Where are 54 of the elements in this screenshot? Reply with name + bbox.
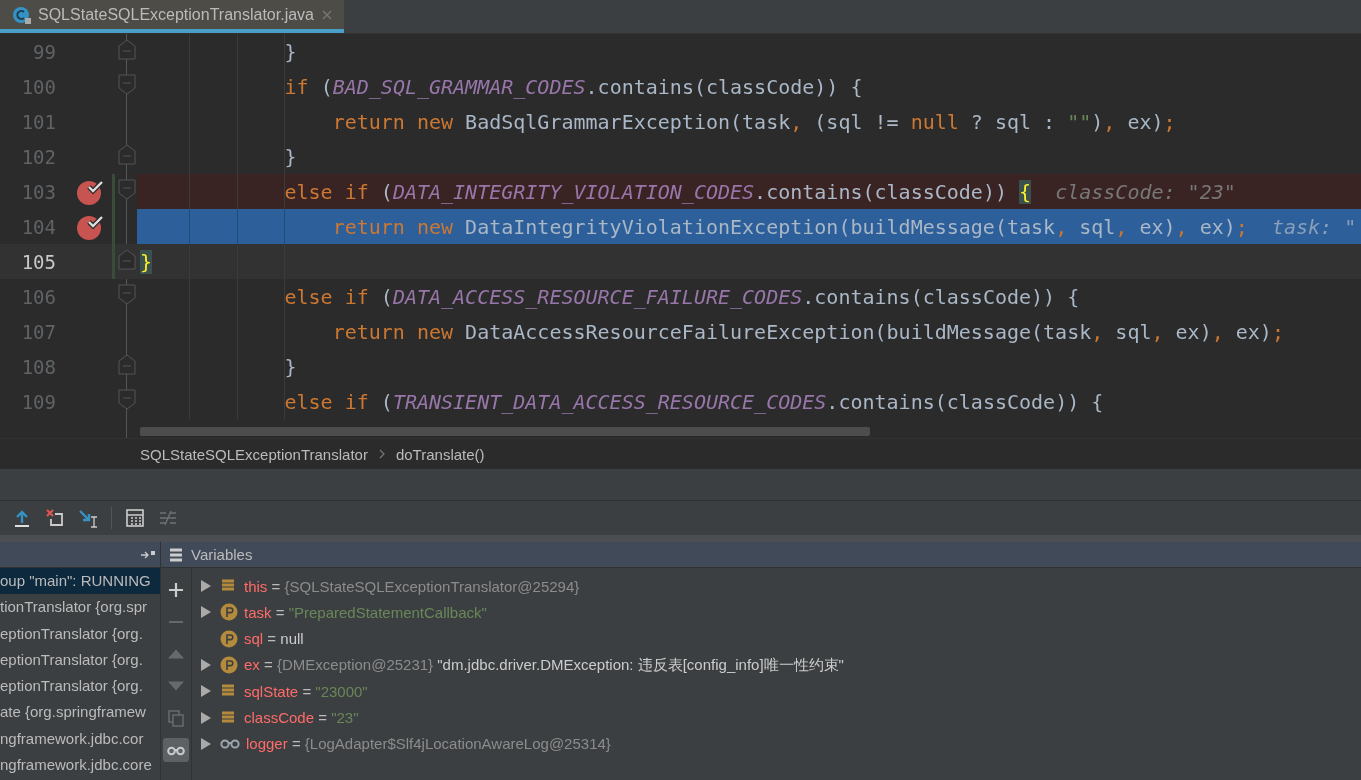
expand-arrow-icon[interactable]: [200, 579, 212, 594]
line-number: 101: [20, 110, 57, 133]
copy-icon: [167, 709, 185, 727]
stack-frame[interactable]: oup "main": RUNNING: [0, 568, 160, 595]
glasses-button[interactable]: [163, 738, 189, 762]
horizontal-scrollbar[interactable]: [140, 427, 870, 436]
add-icon: [167, 581, 185, 599]
parameter-icon: [220, 603, 238, 622]
stack-frame[interactable]: ngframework.jdbc.core: [0, 752, 160, 779]
breadcrumb[interactable]: doTranslate(): [395, 445, 485, 463]
chevron-icon: [377, 448, 386, 460]
down-icon: [167, 681, 185, 691]
step-out-icon[interactable]: [12, 508, 32, 528]
expand-arrow-icon[interactable]: [200, 658, 212, 673]
variables-icon: [169, 547, 183, 562]
variable-value: task = "PreparedStatementCallback": [244, 603, 487, 621]
variable-value: logger = {LogAdapter$Slf4jLocationAwareLog@25314}: [246, 735, 611, 753]
stack-frame[interactable]: tionTranslator {org.spr: [0, 594, 160, 621]
line-number: 100: [20, 75, 57, 98]
expand-arrow-icon[interactable]: [200, 684, 212, 699]
stack-frame[interactable]: eptionTranslator {org.: [0, 646, 160, 674]
remove-icon: [167, 620, 185, 624]
line-number: 107: [20, 320, 57, 343]
line-number: 106: [20, 285, 57, 308]
line-number: 108: [20, 355, 57, 378]
stack-frame[interactable]: eptionTranslator {org.: [0, 620, 160, 647]
stack-frame[interactable]: ate {org.springframew: [0, 699, 160, 726]
line-number: 109: [20, 390, 57, 413]
expand-arrow-icon[interactable]: [200, 736, 212, 751]
panel-title: Variables: [191, 546, 253, 563]
up-icon: [167, 649, 185, 659]
line-number: 102: [20, 145, 57, 168]
stack-frame[interactable]: ngframework.jdbc.cor: [0, 725, 160, 753]
line-number: 104: [20, 215, 57, 238]
variable-value: ex = {DMException@25231} "dm.jdbc.driver.DMException: 违反表[config_info]唯一性约束": [244, 655, 844, 675]
line-number: 99: [32, 40, 57, 63]
expand-arrow-icon[interactable]: [200, 710, 212, 725]
breadcrumb[interactable]: SQLStateSQLExceptionTranslator: [140, 445, 368, 463]
class-file-icon: [12, 4, 32, 25]
expand-arrow-icon[interactable]: [200, 605, 212, 620]
variable-value: sql = null: [244, 630, 304, 648]
parameter-icon: [220, 629, 238, 648]
parameter-icon: [220, 656, 238, 675]
variable-value: this = {SQLStateSQLExceptionTranslator@25294}: [244, 577, 580, 595]
calculator-icon[interactable]: [125, 508, 145, 528]
line-number: 103: [20, 180, 57, 203]
pin-icon[interactable]: [140, 549, 156, 560]
drop-frame-icon[interactable]: [45, 508, 65, 528]
stack-frame[interactable]: eptionTranslator {org.: [0, 673, 160, 700]
variable-value: classCode = "23": [244, 709, 359, 727]
line-number: 105: [20, 250, 57, 273]
editor-tab[interactable]: SQLStateSQLExceptionTranslator.java: [0, 0, 344, 33]
variable-value: sqlState = "23000": [244, 682, 368, 700]
run-to-cursor-icon[interactable]: [78, 508, 98, 528]
